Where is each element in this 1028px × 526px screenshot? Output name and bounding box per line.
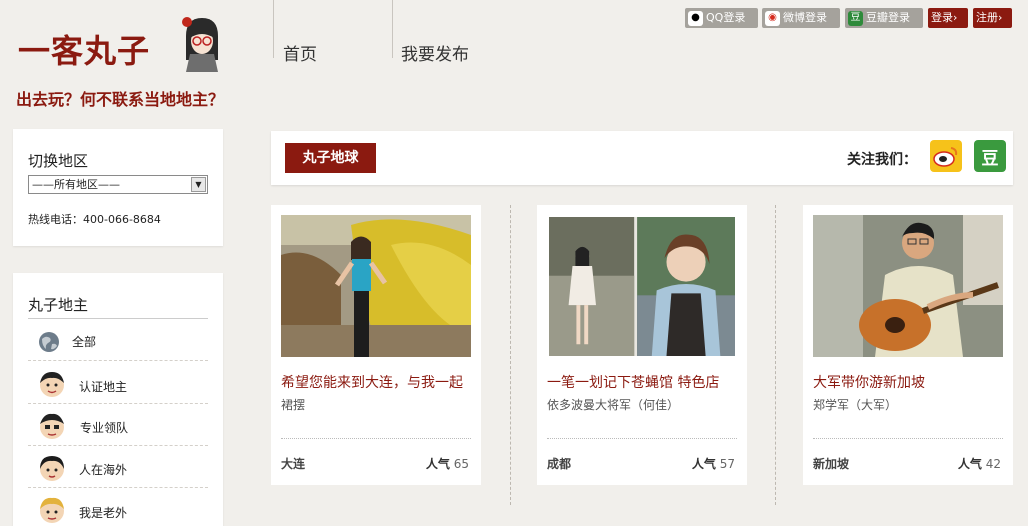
host-item-all[interactable]: 全部 <box>28 319 208 361</box>
slogan: 出去玩？何不联系当地地主？ <box>16 90 225 109</box>
douban-icon: 豆 <box>848 10 863 26</box>
popularity-value: 65 <box>453 457 469 471</box>
popularity-value: 57 <box>719 457 735 471</box>
weibo-login-label: 微博登录 <box>783 11 827 24</box>
host-item-label: 全部 <box>72 335 97 349</box>
douban-follow-icon[interactable]: 豆 <box>974 140 1006 172</box>
popularity-label: 人气 <box>957 457 982 471</box>
douban-login-label: 豆瓣登录 <box>866 11 910 24</box>
post-card[interactable]: 一笔一划记下苍蝇馆 特色店 依多波曼大将军（何佳） 成都 人气 57 <box>537 205 747 485</box>
post-author[interactable]: 裙摆 <box>281 396 305 413</box>
popularity-value: 42 <box>985 457 1001 471</box>
post-card[interactable]: 希望您能来到大连，与我一起 裙摆 大连 人气 65 <box>271 205 481 485</box>
host-item-label: 认证地主 <box>79 380 128 394</box>
guide-avatar-icon <box>40 413 64 439</box>
site-logo[interactable]: 一客丸子 <box>18 26 150 72</box>
host-item-overseas[interactable]: 人在海外 <box>28 446 208 488</box>
qq-login-button[interactable]: ● QQ登录 <box>685 8 758 28</box>
popularity-label: 人气 <box>691 457 716 471</box>
follow-label: 关注我们： <box>847 152 917 168</box>
hotline: 热线电话：400-066-8684 <box>28 213 161 226</box>
popularity-label: 人气 <box>425 457 450 471</box>
host-panel: 丸子地主 全部 认证地主 专业领队 人在海外 我是老外 <box>13 273 223 526</box>
nav-home[interactable]: 首页 <box>283 40 317 65</box>
nav-divider <box>273 0 274 58</box>
overseas-avatar-icon <box>40 456 64 481</box>
post-author[interactable]: 依多波曼大将军（何佳） <box>547 396 679 413</box>
region-title: 切换地区 <box>28 152 89 170</box>
post-author[interactable]: 郑学军（大军） <box>813 396 897 413</box>
post-photo[interactable] <box>549 217 735 356</box>
post-city: 大连 <box>281 457 306 471</box>
post-popularity: 人气 65 <box>426 455 469 472</box>
qq-icon: ● <box>688 10 703 26</box>
post-popularity: 人气 57 <box>692 455 735 472</box>
douban-login-button[interactable]: 豆 豆瓣登录 <box>845 8 923 28</box>
region-select[interactable]: ——所有地区—— ▼ <box>28 175 208 194</box>
nav-divider <box>392 0 393 58</box>
host-item-label: 我是老外 <box>79 506 128 520</box>
post-popularity: 人气 42 <box>958 455 1001 472</box>
weibo-login-button[interactable]: ◉ 微博登录 <box>762 8 840 28</box>
login-button[interactable]: 登录› <box>928 8 968 28</box>
post-title[interactable]: 大军带你游新加坡 <box>813 372 1008 392</box>
host-item-foreigner[interactable]: 我是老外 <box>28 488 208 526</box>
host-item-label: 人在海外 <box>79 463 128 477</box>
section-tag[interactable]: 丸子地球 <box>285 143 376 173</box>
host-item-guide[interactable]: 专业领队 <box>28 404 208 446</box>
post-title[interactable]: 一笔一划记下苍蝇馆 特色店 <box>547 372 742 392</box>
post-photo[interactable] <box>813 215 1003 357</box>
host-item-label: 专业领队 <box>80 421 129 435</box>
post-photo[interactable] <box>281 215 471 357</box>
globe-icon <box>39 332 59 352</box>
column-divider <box>510 205 511 505</box>
divider <box>281 438 471 439</box>
region-select-value: ——所有地区—— <box>32 178 120 191</box>
post-title[interactable]: 希望您能来到大连，与我一起 <box>281 372 476 392</box>
host-title: 丸子地主 <box>28 296 89 314</box>
region-panel: 切换地区 ——所有地区—— ▼ 热线电话：400-066-8684 <box>13 129 223 246</box>
post-card[interactable]: 大军带你游新加坡 郑学军（大军） 新加坡 人气 42 <box>803 205 1013 485</box>
post-city: 新加坡 <box>813 457 850 471</box>
weibo-icon: ◉ <box>765 10 780 26</box>
foreigner-avatar-icon <box>40 497 64 523</box>
certified-avatar-icon <box>40 372 64 397</box>
chevron-down-icon[interactable]: ▼ <box>191 177 206 192</box>
weibo-follow-icon[interactable] <box>930 140 962 172</box>
mascot-icon <box>182 17 218 72</box>
divider <box>813 438 1003 439</box>
host-item-certified[interactable]: 认证地主 <box>28 362 208 404</box>
section-header: 丸子地球 关注我们： 豆 <box>271 131 1013 185</box>
register-button[interactable]: 注册› <box>973 8 1012 28</box>
nav-publish[interactable]: 我要发布 <box>401 40 469 65</box>
qq-login-label: QQ登录 <box>706 11 746 24</box>
post-city: 成都 <box>547 457 572 471</box>
divider <box>547 438 737 439</box>
weibo-icon <box>933 147 958 167</box>
column-divider <box>775 205 776 505</box>
